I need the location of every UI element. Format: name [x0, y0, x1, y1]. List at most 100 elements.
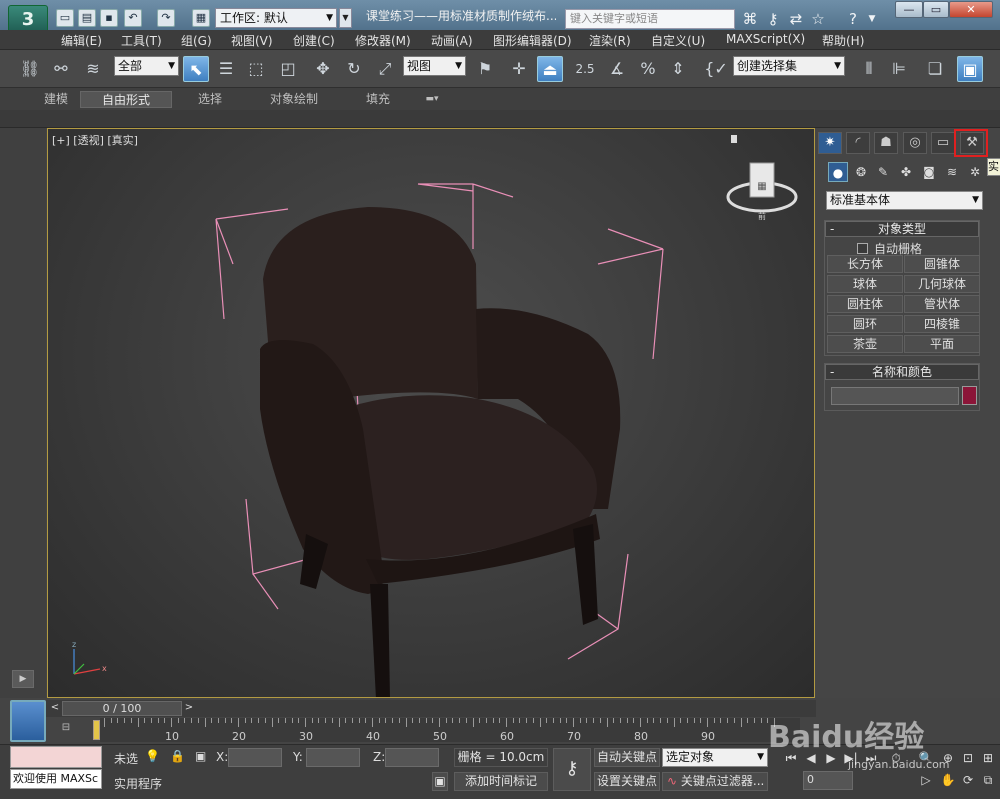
prompt-toggle-icon[interactable]: ▣ [432, 772, 448, 791]
tab-selection[interactable]: 选择 [186, 91, 234, 108]
mini-curve-editor-button[interactable] [10, 700, 46, 742]
close-button[interactable]: ✕ [949, 1, 993, 18]
pyramid-button[interactable]: 四棱锥 [904, 315, 980, 333]
named-selection-dropdown[interactable]: 创建选择集 ▼ [733, 56, 845, 76]
zoom-extents-all-icon[interactable]: ⊞ [980, 750, 996, 766]
set-key-icon[interactable]: ⚷ [553, 748, 591, 791]
menu-graph-editors[interactable]: 图形编辑器(D) [493, 32, 572, 49]
move-icon[interactable]: ✥ [310, 56, 336, 82]
geometry-category-icon[interactable]: ● [828, 162, 848, 182]
plane-button[interactable]: 平面 [904, 335, 980, 353]
set-key-button[interactable]: 设置关键点 [594, 772, 660, 791]
menu-edit[interactable]: 编辑(E) [61, 32, 102, 49]
rectangular-selection-icon[interactable]: ⬚ [243, 56, 269, 82]
reference-coordinate-dropdown[interactable]: 视图 ▼ [403, 56, 466, 76]
time-slider[interactable]: < 0 / 100 > [46, 700, 816, 717]
box-button[interactable]: 长方体 [827, 255, 903, 273]
torus-button[interactable]: 圆环 [827, 315, 903, 333]
edit-named-selection-icon[interactable]: {✓ [703, 56, 729, 82]
scale-icon[interactable]: ⤢ [372, 56, 398, 82]
key-icon[interactable]: ⚷ [763, 9, 783, 29]
object-name-field[interactable] [831, 387, 959, 405]
lock-icon[interactable]: 🔒 [170, 749, 185, 763]
cylinder-button[interactable]: 圆柱体 [827, 295, 903, 313]
perspective-viewport[interactable]: ▦ 前 z x [+] [透视] [真实] [47, 128, 815, 698]
time-cursor[interactable] [93, 720, 100, 740]
bind-spacewarp-icon[interactable]: ≋ [80, 56, 106, 82]
angle-snap-icon[interactable]: ∡ [604, 56, 630, 82]
menu-tools[interactable]: 工具(T) [121, 32, 162, 49]
select-by-name-icon[interactable]: ☰ [213, 56, 239, 82]
viewport-label[interactable]: [+] [透视] [真实] [52, 132, 138, 148]
menu-group[interactable]: 组(G) [181, 32, 212, 49]
display-panel-tab-icon[interactable]: ▭ [931, 132, 955, 154]
selection-filter-dropdown[interactable]: 全部 ▼ [114, 56, 179, 76]
object-color-swatch[interactable] [962, 386, 977, 405]
zoom-extents-icon[interactable]: ⊡ [960, 750, 976, 766]
window-crossing-icon[interactable]: ◰ [275, 56, 301, 82]
add-time-tag-button[interactable]: 添加时间标记 [454, 772, 548, 791]
sphere-button[interactable]: 球体 [827, 275, 903, 293]
mirror-icon[interactable]: ⫴ [856, 56, 882, 82]
open-file-icon[interactable]: ▤ [78, 9, 96, 27]
menu-view[interactable]: 视图(V) [231, 32, 273, 49]
link-icon[interactable]: ⛓ [17, 56, 43, 82]
absolute-mode-icon[interactable]: ▣ [195, 749, 206, 763]
select-object-icon[interactable]: ⬉ [183, 56, 209, 82]
percent-snap-icon[interactable]: % [635, 56, 661, 82]
menu-animation[interactable]: 动画(A) [431, 32, 473, 49]
expand-panel-icon[interactable]: ▶ [12, 670, 34, 688]
spacewarps-category-icon[interactable]: ≋ [942, 162, 962, 182]
workspace-dropdown[interactable]: 工作区: 默认 ▼ [215, 8, 337, 28]
help-dropdown-icon[interactable]: ▼ [862, 9, 882, 29]
tab-object-paint[interactable]: 对象绘制 [258, 91, 330, 108]
redo-icon[interactable]: ↷ [157, 9, 175, 27]
x-coordinate-field[interactable] [228, 748, 282, 767]
binoculars-icon[interactable]: ⌘ [740, 9, 760, 29]
quick-access-menu-button[interactable]: ▼ [339, 8, 352, 28]
isolate-icon[interactable]: 💡 [145, 749, 160, 763]
snaps-toggle-icon[interactable]: 2.5 [572, 56, 598, 82]
y-coordinate-field[interactable] [306, 748, 360, 767]
create-panel-tab-icon[interactable]: ✷ [818, 132, 842, 154]
z-coordinate-field[interactable] [385, 748, 439, 767]
auto-key-button[interactable]: 自动关键点 [594, 748, 660, 767]
toggle-curve-editor-icon[interactable]: ⊟ [57, 722, 75, 740]
teapot-button[interactable]: 茶壶 [827, 335, 903, 353]
lights-category-icon[interactable]: ✎ [873, 162, 893, 182]
save-file-icon[interactable]: ▪ [100, 9, 118, 27]
cameras-category-icon[interactable]: ✤ [896, 162, 916, 182]
shapes-category-icon[interactable]: ❂ [851, 162, 871, 182]
geosphere-button[interactable]: 几何球体 [904, 275, 980, 293]
helpers-category-icon[interactable]: ◙ [919, 162, 939, 182]
primitive-type-dropdown[interactable]: 标准基本体 ▼ [826, 191, 983, 210]
tube-button[interactable]: 管状体 [904, 295, 980, 313]
help-icon[interactable]: ? [843, 9, 863, 29]
maxscript-mini-listener[interactable]: 欢迎使用 MAXSc [10, 769, 102, 789]
undo-icon[interactable]: ↶ [124, 9, 142, 27]
project-folder-icon[interactable]: ▦ [192, 9, 210, 27]
layer-manager-icon[interactable]: ❏ [922, 56, 948, 82]
time-slider-thumb[interactable]: 0 / 100 [62, 701, 182, 716]
object-type-header[interactable]: - 对象类型 [825, 221, 979, 237]
favorites-star-icon[interactable]: ☆ [808, 9, 828, 29]
name-color-header[interactable]: - 名称和颜色 [825, 364, 979, 380]
scene-explorer-icon[interactable]: ▣ [957, 56, 983, 82]
ribbon-options-icon[interactable]: ▬▾ [418, 91, 446, 108]
key-mode-dropdown[interactable]: 选定对象 ▼ [662, 748, 768, 767]
maximize-viewport-icon[interactable]: ⧉ [980, 772, 996, 788]
spinner-snap-icon[interactable]: ⇕ [665, 56, 691, 82]
exchange-icon[interactable]: ⇄ [786, 9, 806, 29]
next-frame-icon[interactable]: > [182, 701, 196, 716]
tab-populate[interactable]: 填充 [352, 91, 404, 108]
minimize-button[interactable]: — [895, 1, 923, 18]
motion-panel-tab-icon[interactable]: ◎ [903, 132, 927, 154]
menu-create[interactable]: 创建(C) [293, 32, 335, 49]
keyboard-shortcut-override-icon[interactable]: ⏏ [537, 56, 563, 82]
menu-modifiers[interactable]: 修改器(M) [355, 32, 411, 49]
maximize-button[interactable]: ▭ [923, 1, 949, 18]
tab-freeform[interactable]: 自由形式 [80, 91, 172, 108]
menu-rendering[interactable]: 渲染(R) [589, 32, 631, 49]
select-manipulate-icon[interactable]: ✛ [506, 56, 532, 82]
align-icon[interactable]: ⊫ [886, 56, 912, 82]
